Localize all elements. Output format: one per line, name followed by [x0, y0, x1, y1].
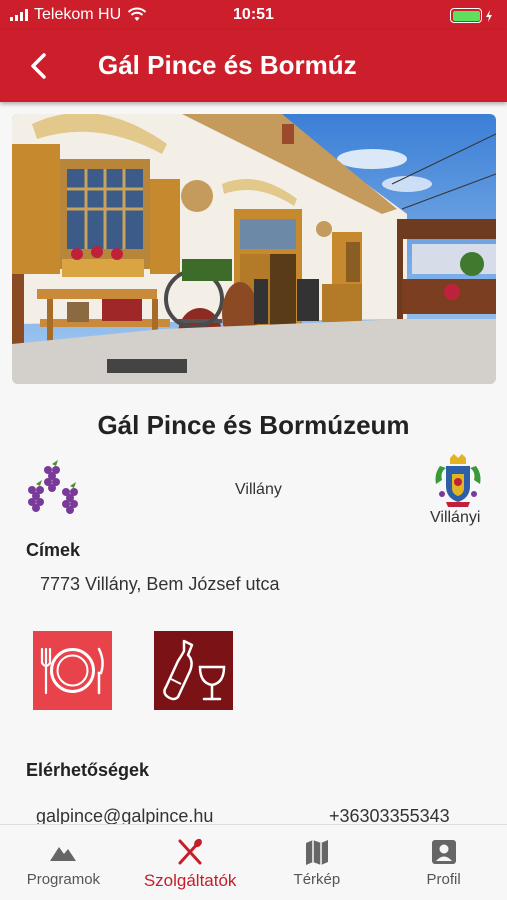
- grapes-icon: [28, 460, 78, 514]
- clock: 10:51: [233, 6, 274, 23]
- tab-szolgaltatok[interactable]: Szolgáltatók: [127, 825, 254, 900]
- plate-cutlery-icon: [40, 647, 104, 695]
- app-bar: Gál Pince és Bormúz: [0, 30, 507, 102]
- region-label: Villányi: [430, 509, 481, 526]
- profile-icon: [431, 840, 456, 864]
- fork-spoon-icon: [178, 838, 203, 865]
- wine-bottle-glass-icon: [163, 639, 226, 701]
- tab-terkep[interactable]: Térkép: [254, 825, 381, 900]
- status-bar: Telekom HU 10:51: [0, 0, 507, 30]
- back-chevron-icon[interactable]: [22, 48, 58, 84]
- coat-of-arms-icon: [435, 454, 481, 507]
- map-icon: [305, 840, 328, 865]
- tab-profil[interactable]: Profil: [380, 825, 507, 900]
- venue-name: Gál Pince és Bormúzeum: [97, 410, 410, 440]
- mountain-icon: [50, 847, 77, 861]
- addresses-heading: Címek: [26, 540, 81, 560]
- tab-programok[interactable]: Programok: [0, 825, 127, 900]
- page-title: Gál Pince és Bormúz: [98, 50, 357, 80]
- battery-icon: [450, 8, 493, 23]
- tab-label: Szolgáltatók: [143, 871, 237, 890]
- city-label: Villány: [235, 481, 282, 498]
- winery-photo: [12, 114, 496, 384]
- tab-label: Térkép: [293, 871, 341, 888]
- tab-label: Profil: [426, 871, 461, 888]
- tab-label: Programok: [26, 871, 101, 888]
- wine-service-tile[interactable]: [154, 631, 233, 710]
- restaurant-service-tile[interactable]: [33, 631, 112, 710]
- contacts-heading: Elérhetőségek: [26, 760, 150, 780]
- address-text[interactable]: 7773 Villány, Bem József utca: [40, 574, 279, 595]
- bottom-tab-bar: Programok Szolgáltatók Térkép Profil: [0, 824, 507, 900]
